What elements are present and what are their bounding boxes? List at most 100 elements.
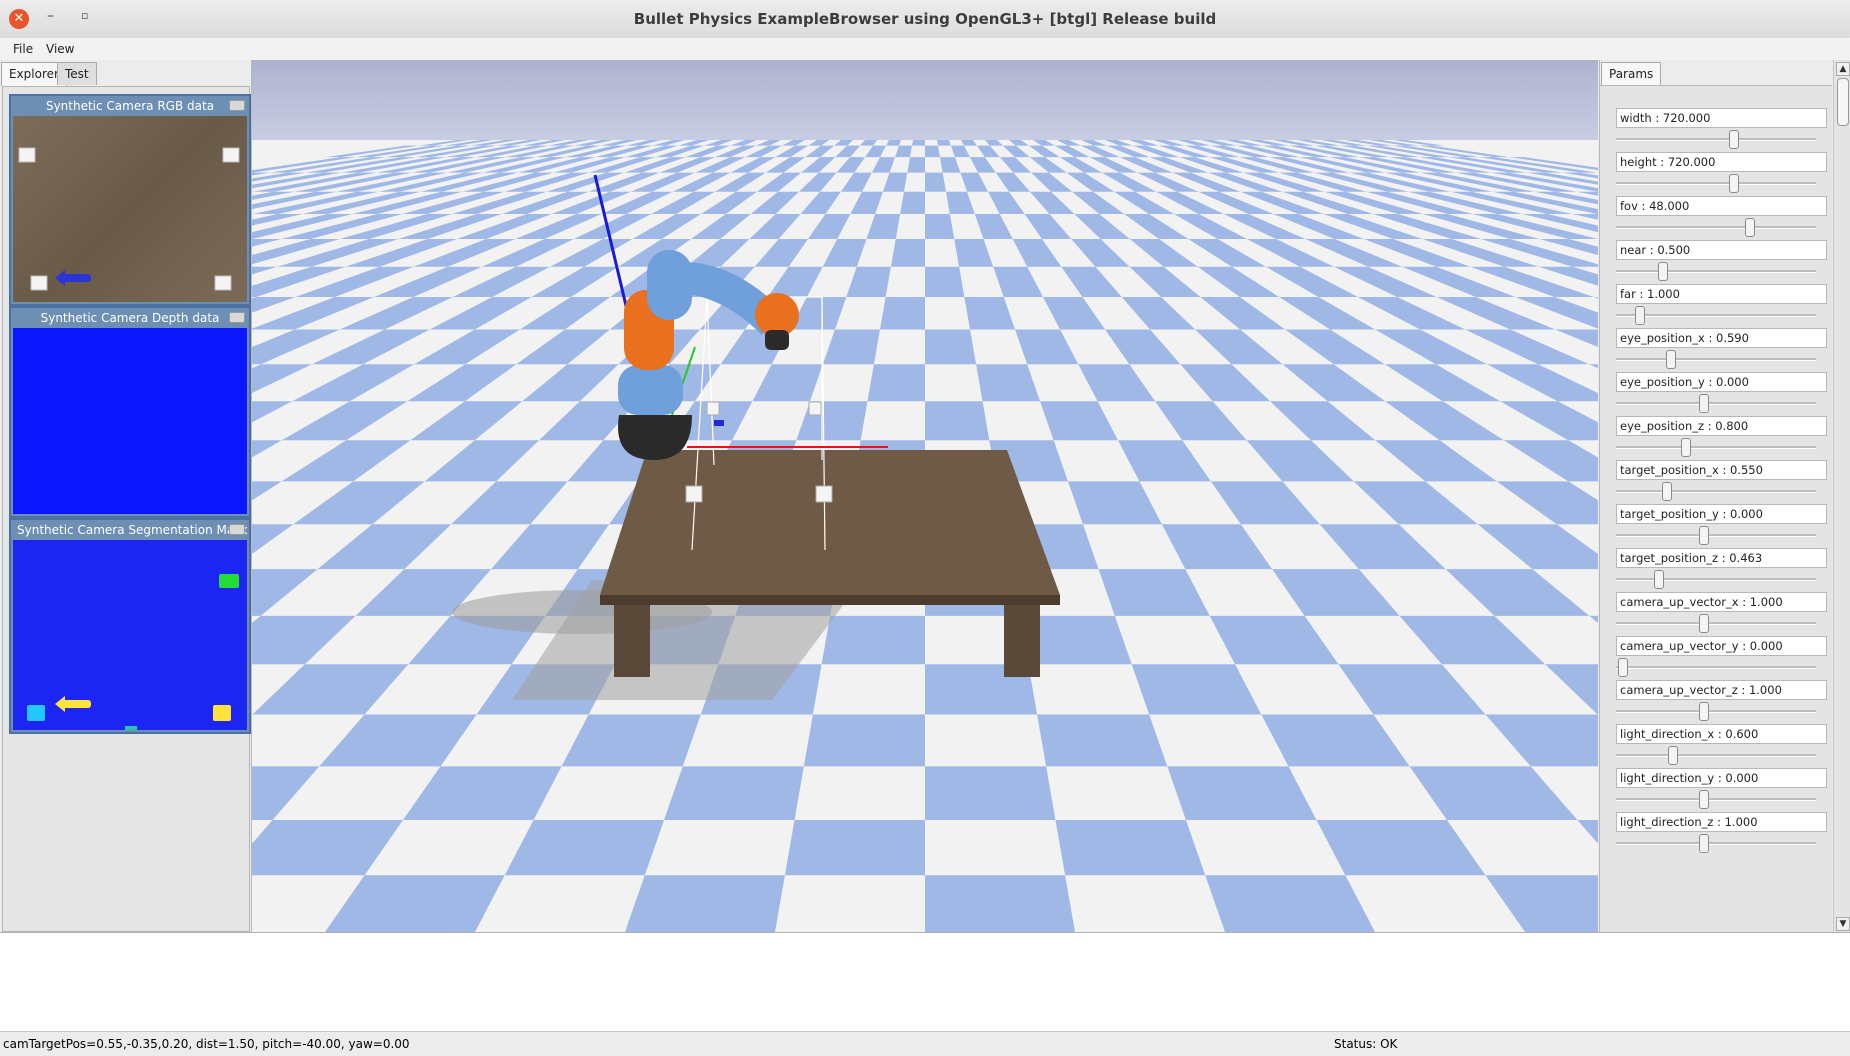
param-slider-thumb[interactable] bbox=[1654, 570, 1664, 589]
param-row: target_position_x : 0.550 bbox=[1616, 460, 1828, 504]
depth-camera-image bbox=[13, 328, 247, 514]
param-value-field[interactable]: eye_position_y : 0.000 bbox=[1616, 372, 1827, 392]
param-slider-thumb[interactable] bbox=[1662, 482, 1672, 501]
explorer-panel: Explorer Test Synthetic Camera RGB data … bbox=[0, 60, 252, 932]
param-value-field[interactable]: camera_up_vector_y : 0.000 bbox=[1616, 636, 1827, 656]
depth-camera-title[interactable]: Synthetic Camera Depth data bbox=[11, 308, 249, 328]
console-output[interactable] bbox=[0, 932, 1850, 1032]
param-row: fov : 48.000 bbox=[1616, 196, 1828, 240]
param-slider-thumb[interactable] bbox=[1745, 218, 1755, 237]
params-body: width : 720.000 height : 720.000 fov : 48.… bbox=[1600, 85, 1832, 933]
param-slider-thumb[interactable] bbox=[1729, 174, 1739, 193]
tab-params[interactable]: Params bbox=[1601, 62, 1661, 86]
param-slider-thumb[interactable] bbox=[1668, 746, 1678, 765]
menu-view[interactable]: View bbox=[46, 42, 74, 56]
param-row: camera_up_vector_x : 1.000 bbox=[1616, 592, 1828, 636]
rgb-camera-title[interactable]: Synthetic Camera RGB data bbox=[11, 96, 249, 116]
param-slider-thumb[interactable] bbox=[1666, 350, 1676, 369]
param-value-field[interactable]: height : 720.000 bbox=[1616, 152, 1827, 172]
rgb-camera-image bbox=[13, 116, 247, 302]
param-slider-track[interactable] bbox=[1616, 622, 1816, 625]
param-slider-thumb[interactable] bbox=[1681, 438, 1691, 457]
minimize-window-icon[interactable] bbox=[229, 312, 245, 323]
param-slider-track[interactable] bbox=[1616, 446, 1816, 449]
param-slider-thumb[interactable] bbox=[1729, 130, 1739, 149]
param-slider-track[interactable] bbox=[1616, 358, 1816, 361]
segmentation-camera-window[interactable]: Synthetic Camera Segmentation Mask bbox=[9, 518, 251, 734]
segmentation-camera-image bbox=[13, 540, 247, 730]
param-slider-track[interactable] bbox=[1616, 314, 1816, 317]
param-value-field[interactable]: light_direction_z : 1.000 bbox=[1616, 812, 1827, 832]
param-slider-track[interactable] bbox=[1616, 182, 1816, 185]
param-value-field[interactable]: camera_up_vector_z : 1.000 bbox=[1616, 680, 1827, 700]
param-value-field[interactable]: target_position_y : 0.000 bbox=[1616, 504, 1827, 524]
param-slider-track[interactable] bbox=[1616, 138, 1816, 141]
segmentation-scene-graphic bbox=[13, 540, 247, 730]
param-slider-thumb[interactable] bbox=[1618, 658, 1628, 677]
param-slider-track[interactable] bbox=[1616, 402, 1816, 405]
scroll-thumb[interactable] bbox=[1837, 78, 1849, 126]
param-slider-thumb[interactable] bbox=[1699, 790, 1709, 809]
param-value-field[interactable]: eye_position_z : 0.800 bbox=[1616, 416, 1827, 436]
param-row: light_direction_y : 0.000 bbox=[1616, 768, 1828, 812]
param-row: near : 0.500 bbox=[1616, 240, 1828, 284]
param-row: far : 1.000 bbox=[1616, 284, 1828, 328]
status-text: Status: OK bbox=[1334, 1037, 1397, 1051]
menu-file[interactable]: File bbox=[13, 42, 33, 56]
minimize-window-icon[interactable] bbox=[229, 524, 245, 535]
param-slider-thumb[interactable] bbox=[1658, 262, 1668, 281]
param-slider-thumb[interactable] bbox=[1699, 614, 1709, 633]
param-row: camera_up_vector_y : 0.000 bbox=[1616, 636, 1828, 680]
rgb-scene-graphic bbox=[13, 116, 247, 302]
status-bar: camTargetPos=0.55,-0.35,0.20, dist=1.50,… bbox=[0, 1031, 1850, 1056]
param-row: height : 720.000 bbox=[1616, 152, 1828, 196]
param-slider-track[interactable] bbox=[1616, 842, 1816, 845]
param-value-field[interactable]: far : 1.000 bbox=[1616, 284, 1827, 304]
param-slider-track[interactable] bbox=[1616, 798, 1816, 801]
param-value-field[interactable]: light_direction_x : 0.600 bbox=[1616, 724, 1827, 744]
param-slider-track[interactable] bbox=[1616, 490, 1816, 493]
scroll-down-arrow[interactable]: ▼ bbox=[1836, 917, 1850, 931]
title-bar: ✕ – ▫ Bullet Physics ExampleBrowser usin… bbox=[0, 0, 1850, 39]
param-value-field[interactable]: fov : 48.000 bbox=[1616, 196, 1827, 216]
param-slider-track[interactable] bbox=[1616, 534, 1816, 537]
minimize-window-icon[interactable] bbox=[229, 100, 245, 111]
param-row: eye_position_y : 0.000 bbox=[1616, 372, 1828, 416]
scroll-up-arrow[interactable]: ▲ bbox=[1836, 62, 1850, 76]
param-row: light_direction_z : 1.000 bbox=[1616, 812, 1828, 856]
param-slider-thumb[interactable] bbox=[1699, 394, 1709, 413]
param-value-field[interactable]: target_position_z : 0.463 bbox=[1616, 548, 1827, 568]
camera-info-text: camTargetPos=0.55,-0.35,0.20, dist=1.50,… bbox=[3, 1037, 410, 1051]
3d-viewport[interactable] bbox=[252, 60, 1598, 932]
param-slider-thumb[interactable] bbox=[1699, 526, 1709, 545]
param-slider-track[interactable] bbox=[1616, 710, 1816, 713]
param-slider-track[interactable] bbox=[1616, 226, 1816, 229]
params-panel: Params width : 720.000 height : 720.000 fo… bbox=[1599, 60, 1850, 932]
param-slider-track[interactable] bbox=[1616, 578, 1816, 581]
param-row: eye_position_z : 0.800 bbox=[1616, 416, 1828, 460]
param-slider-track[interactable] bbox=[1616, 666, 1816, 669]
param-row: camera_up_vector_z : 1.000 bbox=[1616, 680, 1828, 724]
param-slider-thumb[interactable] bbox=[1699, 834, 1709, 853]
param-row: target_position_z : 0.463 bbox=[1616, 548, 1828, 592]
param-slider-track[interactable] bbox=[1616, 754, 1816, 757]
param-row: width : 720.000 bbox=[1616, 108, 1828, 152]
tab-test[interactable]: Test bbox=[57, 62, 97, 85]
depth-camera-window[interactable]: Synthetic Camera Depth data bbox=[9, 306, 251, 518]
param-value-field[interactable]: camera_up_vector_x : 1.000 bbox=[1616, 592, 1827, 612]
param-slider-thumb[interactable] bbox=[1699, 702, 1709, 721]
menu-bar: File View bbox=[0, 38, 1850, 61]
param-slider-track[interactable] bbox=[1616, 270, 1816, 273]
param-value-field[interactable]: near : 0.500 bbox=[1616, 240, 1827, 260]
param-row: light_direction_x : 0.600 bbox=[1616, 724, 1828, 768]
param-slider-thumb[interactable] bbox=[1635, 306, 1645, 325]
param-value-field[interactable]: width : 720.000 bbox=[1616, 108, 1827, 128]
params-scrollbar[interactable]: ▲ ▼ bbox=[1833, 60, 1850, 932]
param-value-field[interactable]: target_position_x : 0.550 bbox=[1616, 460, 1827, 480]
param-value-field[interactable]: light_direction_y : 0.000 bbox=[1616, 768, 1827, 788]
param-row: eye_position_x : 0.590 bbox=[1616, 328, 1828, 372]
rgb-camera-window[interactable]: Synthetic Camera RGB data bbox=[9, 94, 251, 306]
param-row: target_position_y : 0.000 bbox=[1616, 504, 1828, 548]
param-value-field[interactable]: eye_position_x : 0.590 bbox=[1616, 328, 1827, 348]
segmentation-camera-title[interactable]: Synthetic Camera Segmentation Mask bbox=[11, 520, 249, 540]
